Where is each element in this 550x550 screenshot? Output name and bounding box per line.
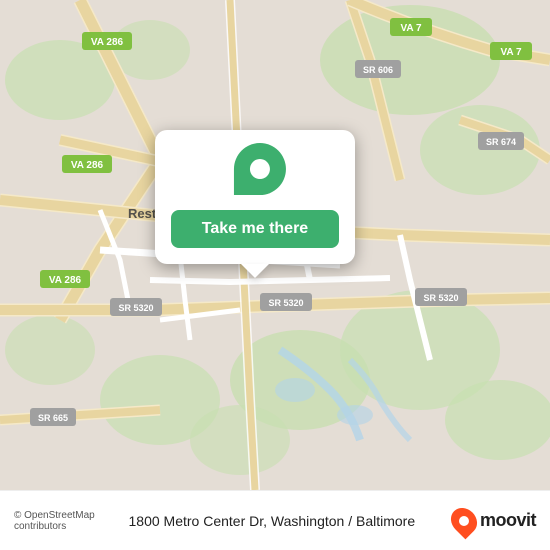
svg-text:SR 665: SR 665 (38, 413, 68, 423)
address-text: 1800 Metro Center Dr, Washington / Balti… (129, 513, 442, 529)
svg-text:SR 5320: SR 5320 (268, 298, 303, 308)
take-me-there-button[interactable]: Take me there (171, 210, 339, 248)
location-pin-icon (234, 143, 286, 195)
osm-credit: © OpenStreetMap contributors (14, 510, 119, 532)
pin-wrapper (218, 137, 292, 211)
svg-text:SR 5320: SR 5320 (118, 303, 153, 313)
popup: Take me there (155, 130, 355, 264)
moovit-logo: moovit (452, 507, 536, 535)
svg-text:SR 5320: SR 5320 (423, 293, 458, 303)
svg-text:SR 674: SR 674 (486, 137, 516, 147)
bottom-bar: © OpenStreetMap contributors 1800 Metro … (0, 490, 550, 550)
svg-text:VA 286: VA 286 (49, 275, 82, 286)
svg-text:VA 7: VA 7 (500, 47, 522, 58)
svg-text:VA 7: VA 7 (400, 23, 422, 34)
svg-text:VA 286: VA 286 (91, 37, 124, 48)
moovit-label: moovit (480, 510, 536, 531)
moovit-pin-icon (446, 502, 483, 539)
svg-text:SR 606: SR 606 (363, 65, 393, 75)
map-container: VA 7 VA 7 VA 286 VA 286 VA 286 SR 606 SR… (0, 0, 550, 490)
svg-text:VA 286: VA 286 (71, 160, 104, 171)
